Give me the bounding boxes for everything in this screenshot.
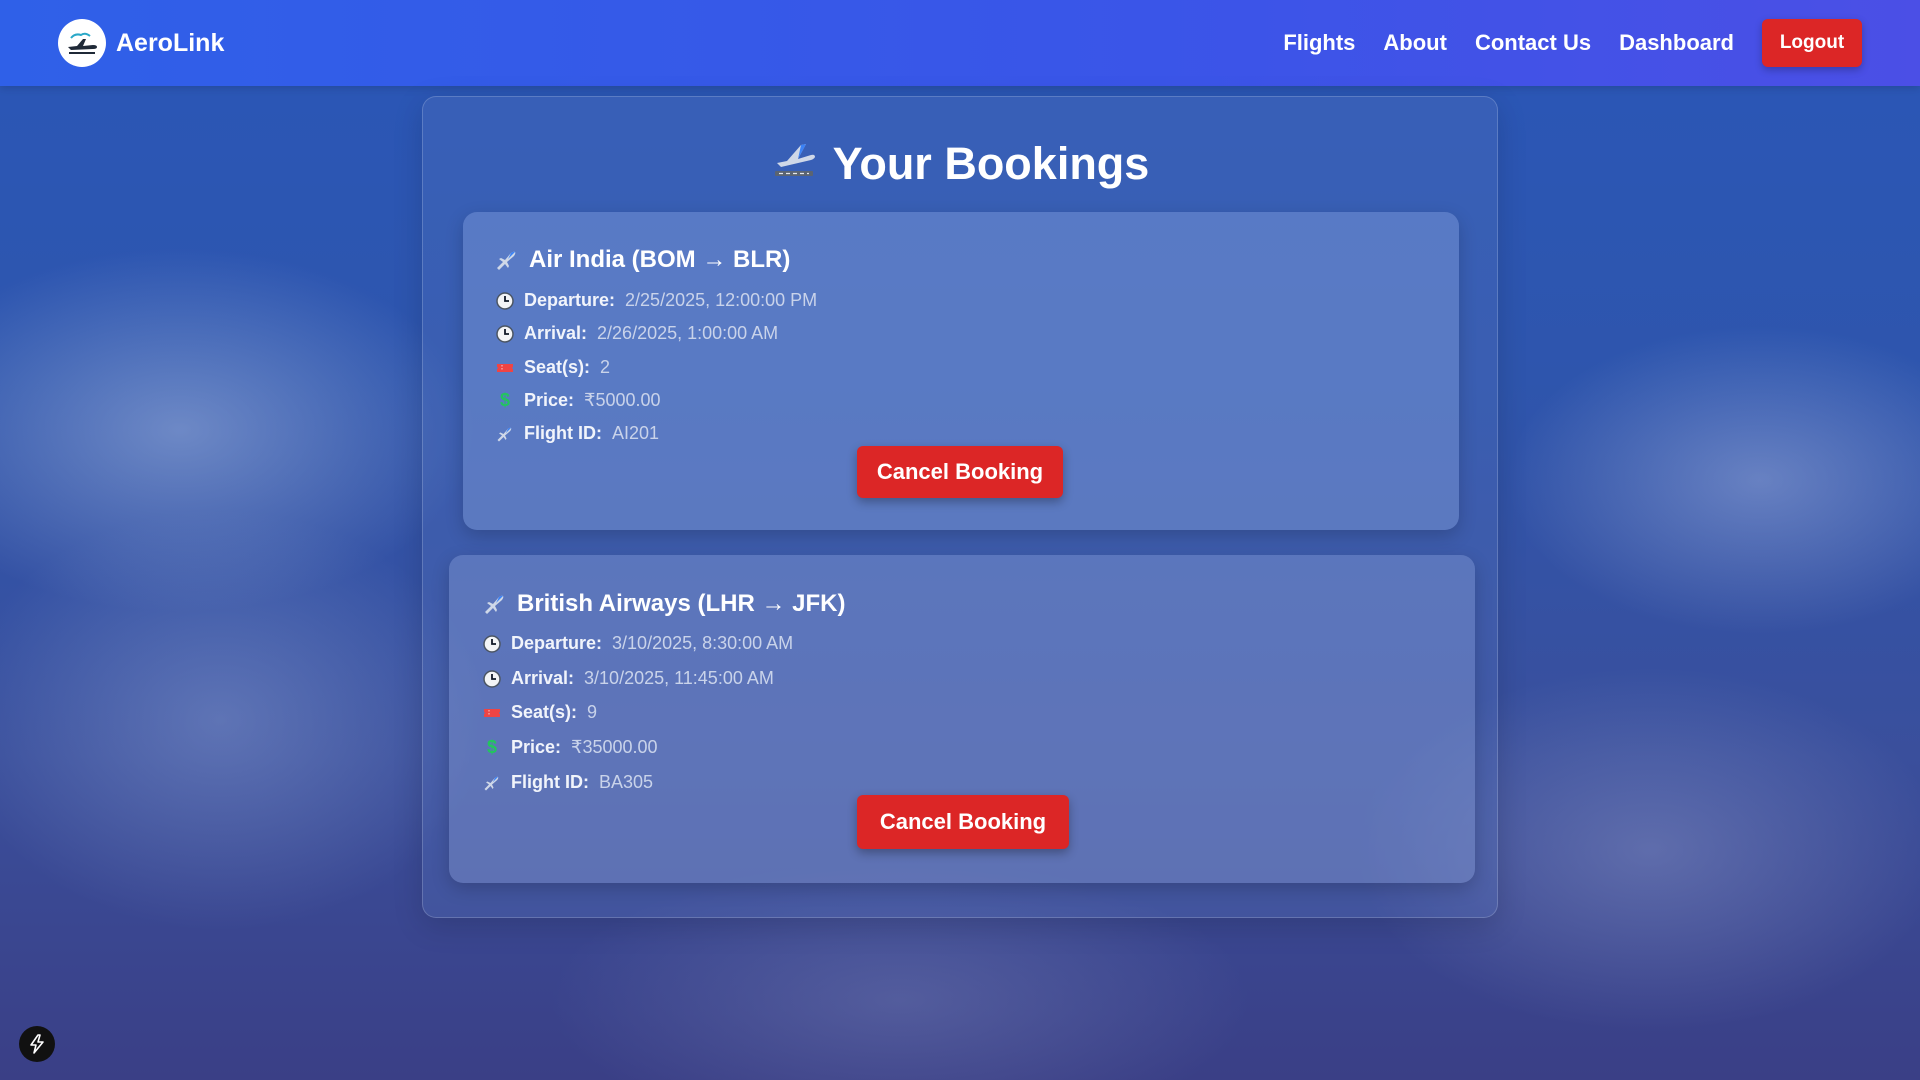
arrival-label: Arrival: — [511, 668, 575, 688]
arrival-label: Arrival: — [524, 323, 588, 343]
departure-row: Departure: 3/10/2025, 8:30:00 AM — [483, 633, 793, 654]
booking-title: Air India (BOM → BLR) — [495, 246, 790, 274]
seats-value: 9 — [587, 702, 598, 722]
departure-value: 2/25/2025, 12:00:00 PM — [625, 290, 818, 310]
brand-name: AeroLink — [116, 28, 225, 57]
booking-title: British Airways (LHR → JFK) — [483, 590, 846, 618]
airplane-icon — [483, 592, 507, 616]
flight-id-value: AI201 — [611, 423, 660, 443]
seats-label: Seat(s): — [511, 702, 578, 722]
seats-value: 2 — [600, 357, 611, 377]
nav-link-contact[interactable]: Contact Us — [1475, 30, 1591, 56]
lightning-icon[interactable] — [19, 1026, 55, 1062]
flight-id-row: Flight ID: BA305 — [483, 772, 653, 793]
ticket-icon — [483, 704, 501, 722]
price-label: Price: — [524, 390, 575, 410]
flight-id-value: BA305 — [598, 772, 654, 792]
dollar-icon: $ — [499, 390, 510, 410]
seats-label: Seat(s): — [524, 357, 591, 377]
clock-icon — [496, 291, 514, 310]
arrival-row: Arrival: 3/10/2025, 11:45:00 AM — [483, 668, 774, 689]
departure-label: Departure: — [511, 633, 603, 653]
airplane-icon — [496, 425, 514, 443]
booking-card: British Airways (LHR → JFK) Departure: 3… — [449, 555, 1475, 883]
logout-button[interactable]: Logout — [1762, 19, 1862, 67]
page-title: Your Bookings — [423, 135, 1497, 192]
price-value: ₹35000.00 — [571, 737, 658, 757]
dollar-icon: $ — [486, 737, 497, 757]
departure-label: Departure: — [524, 290, 616, 310]
nav-link-flights[interactable]: Flights — [1283, 30, 1355, 56]
airplane-icon — [483, 774, 501, 792]
clock-icon — [483, 669, 501, 688]
clock-icon — [483, 634, 501, 653]
nav-link-dashboard[interactable]: Dashboard — [1619, 30, 1734, 56]
arrival-value: 2/26/2025, 1:00:00 AM — [597, 323, 779, 343]
nav-links: Flights About Contact Us Dashboard Logou… — [1255, 19, 1862, 67]
nav-link-about[interactable]: About — [1383, 30, 1447, 56]
booking-card: Air India (BOM → BLR) Departure: 2/25/20… — [463, 212, 1459, 530]
page-title-text: Your Bookings — [832, 137, 1150, 189]
seats-row: Seat(s): 9 — [483, 702, 597, 723]
booking-title-text: Air India (BOM → BLR) — [529, 246, 791, 273]
price-row: $ Price: ₹5000.00 — [496, 390, 661, 411]
airplane-icon — [495, 248, 519, 272]
bookings-panel: Your Bookings Air India (BOM → BLR) Depa… — [422, 96, 1498, 918]
booking-title-text: British Airways (LHR → JFK) — [517, 590, 846, 617]
clock-icon — [496, 324, 514, 343]
brand[interactable]: AeroLink — [58, 19, 224, 67]
departure-row: Departure: 2/25/2025, 12:00:00 PM — [496, 290, 817, 311]
cancel-booking-button[interactable]: Cancel Booking — [857, 446, 1063, 498]
flight-id-row: Flight ID: AI201 — [496, 423, 659, 444]
price-row: $ Price: ₹35000.00 — [483, 737, 658, 758]
price-value: ₹5000.00 — [584, 390, 661, 410]
cancel-booking-button[interactable]: Cancel Booking — [857, 795, 1069, 849]
airplane-logo-icon — [58, 19, 106, 67]
departure-value: 3/10/2025, 8:30:00 AM — [612, 633, 794, 653]
airplane-departure-icon — [771, 135, 817, 192]
flight-id-label: Flight ID: — [524, 423, 602, 443]
arrival-value: 3/10/2025, 11:45:00 AM — [584, 668, 774, 688]
seats-row: Seat(s): 2 — [496, 357, 610, 378]
price-label: Price: — [511, 737, 562, 757]
ticket-icon — [496, 359, 514, 377]
navbar: AeroLink Flights About Contact Us Dashbo… — [0, 0, 1920, 86]
flight-id-label: Flight ID: — [511, 772, 589, 792]
arrival-row: Arrival: 2/26/2025, 1:00:00 AM — [496, 323, 778, 344]
